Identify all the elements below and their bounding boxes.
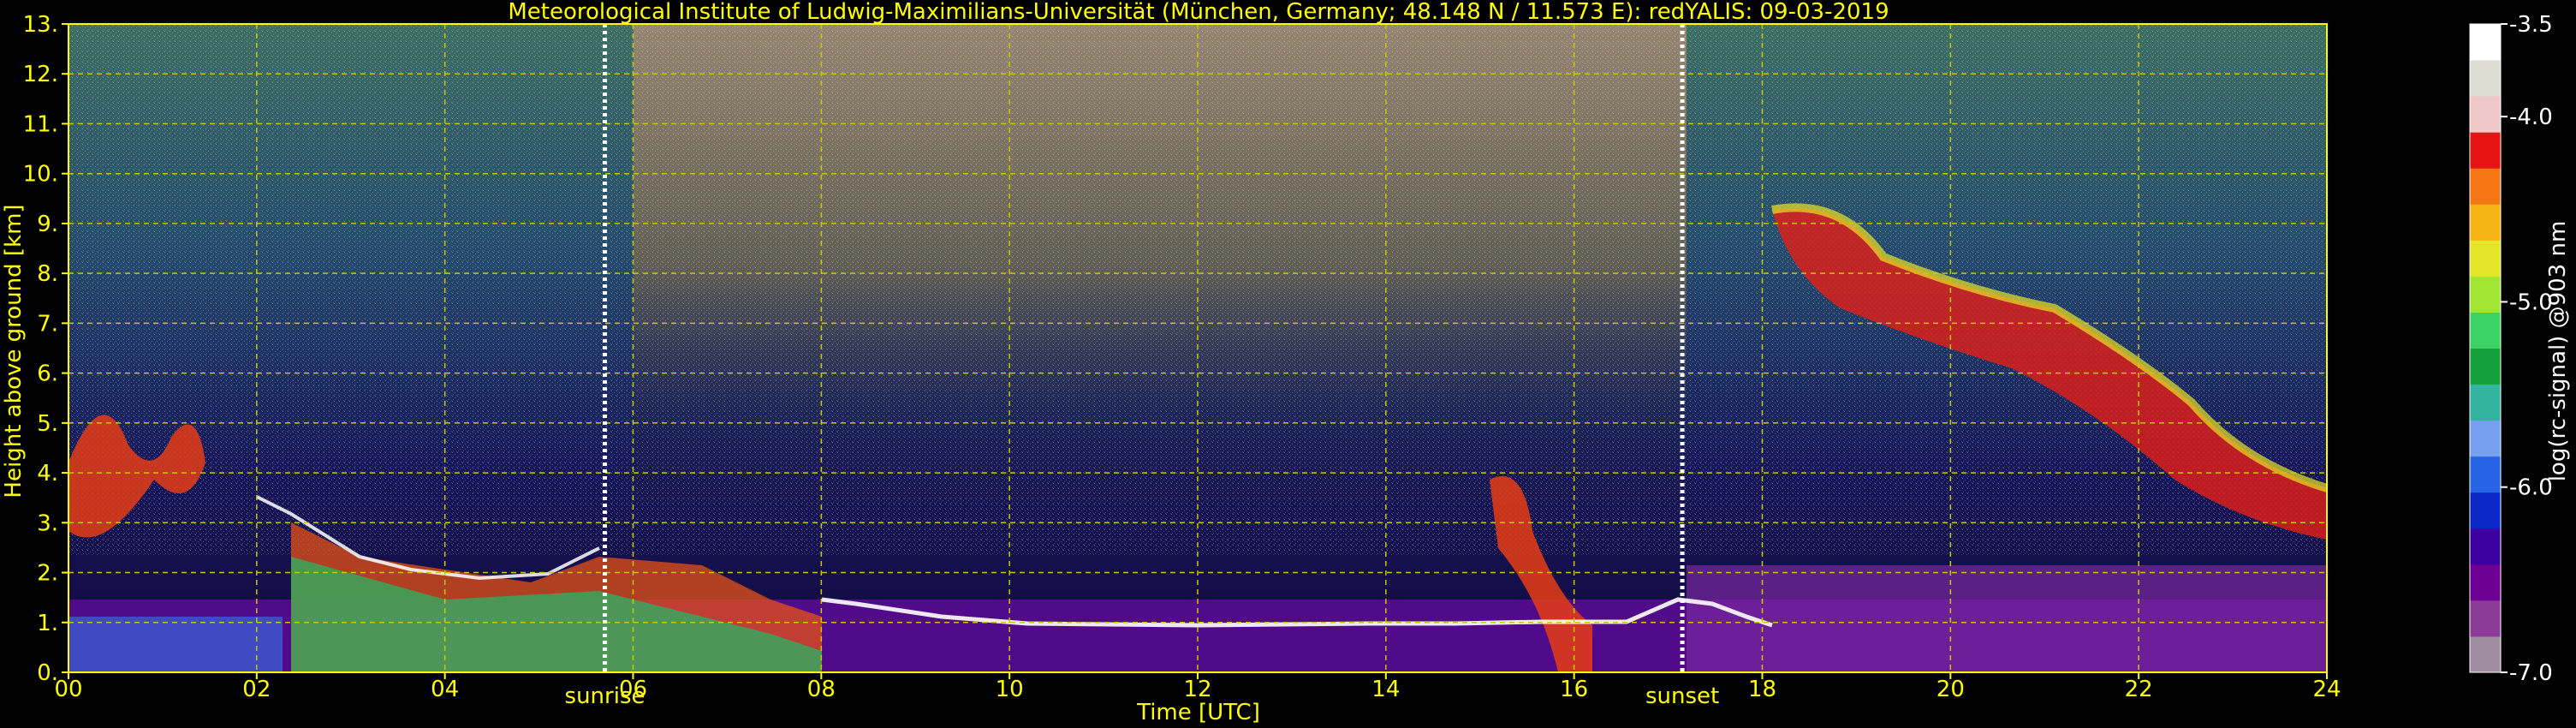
chart-title: Meteorological Institute of Ludwig-Maxim… bbox=[508, 0, 1889, 25]
colorbar-segment bbox=[2470, 420, 2501, 457]
colorbar-segment bbox=[2470, 456, 2501, 493]
colorbar-segment bbox=[2470, 384, 2501, 421]
colorbar-segment bbox=[2470, 240, 2501, 277]
y-tick-label: 5. bbox=[37, 411, 58, 437]
colorbar-tick-label: -4.0 bbox=[2509, 104, 2553, 130]
colorbar-segment bbox=[2470, 24, 2501, 61]
y-tick-label: 7. bbox=[37, 311, 58, 337]
colorbar-segment bbox=[2470, 348, 2501, 385]
y-tick-label: 1. bbox=[37, 611, 58, 636]
x-tick-label: 16 bbox=[1560, 677, 1588, 702]
night-surface-band bbox=[1687, 565, 2327, 672]
colorbar-tick-label: -7.0 bbox=[2509, 660, 2553, 686]
colorbar-segment bbox=[2470, 528, 2501, 565]
colorbar-segment bbox=[2470, 168, 2501, 205]
morning-layer-blue bbox=[68, 617, 283, 672]
x-tick-label: 14 bbox=[1371, 677, 1400, 702]
event-label: sunset bbox=[1645, 683, 1719, 709]
colorbar-tick-label: -3.5 bbox=[2509, 12, 2553, 38]
x-tick-label: 00 bbox=[54, 677, 82, 702]
x-tick-label: 22 bbox=[2125, 677, 2153, 702]
x-tick-label: 10 bbox=[996, 677, 1024, 702]
y-axis-label: Height above ground [km] bbox=[1, 204, 27, 498]
y-tick-label: 0. bbox=[37, 660, 58, 686]
colorbar-segment bbox=[2470, 636, 2501, 673]
y-tick-label: 6. bbox=[37, 361, 58, 387]
x-tick-label: 18 bbox=[1748, 677, 1776, 702]
x-tick-label: 02 bbox=[242, 677, 271, 702]
y-tick-label: 3. bbox=[37, 510, 58, 536]
colorbar-segment bbox=[2470, 96, 2501, 133]
colorbar-segment bbox=[2470, 564, 2501, 601]
y-tick-label: 13. bbox=[23, 12, 58, 38]
colorbar-label: log(rc-signal) @903 nm bbox=[2545, 221, 2571, 482]
x-tick-label: 20 bbox=[1936, 677, 1965, 702]
lidar-chart: sunrise sunset 00 02 04 06 08 10 12 14 16 18 20 22 24… bbox=[1, 0, 2571, 725]
x-axis-label: Time [UTC] bbox=[1136, 700, 1260, 725]
x-tick-label: 12 bbox=[1183, 677, 1211, 702]
y-tick-label: 10. bbox=[23, 162, 58, 188]
colorbar: -3.5-4.0-5.0-6.0-7.0 bbox=[2469, 12, 2553, 686]
y-tick-label: 12. bbox=[23, 62, 58, 87]
colorbar-segment bbox=[2470, 132, 2501, 169]
y-tick-label: 8. bbox=[37, 261, 58, 287]
y-tick-label: 9. bbox=[37, 212, 58, 237]
colorbar-segment bbox=[2470, 60, 2501, 97]
colorbar-segment bbox=[2470, 204, 2501, 241]
x-tick-label: 08 bbox=[807, 677, 836, 702]
y-tick-label: 2. bbox=[37, 561, 58, 587]
y-tick-label: 11. bbox=[23, 111, 58, 137]
x-tick-label: 04 bbox=[431, 677, 459, 702]
colorbar-segment bbox=[2470, 492, 2501, 529]
x-tick-label: 06 bbox=[619, 677, 647, 702]
colorbar-segment bbox=[2470, 600, 2501, 637]
colorbar-segment bbox=[2470, 312, 2501, 349]
y-tick-label: 4. bbox=[37, 461, 58, 486]
x-tick-label: 24 bbox=[2312, 677, 2341, 702]
colorbar-segment bbox=[2470, 276, 2501, 313]
